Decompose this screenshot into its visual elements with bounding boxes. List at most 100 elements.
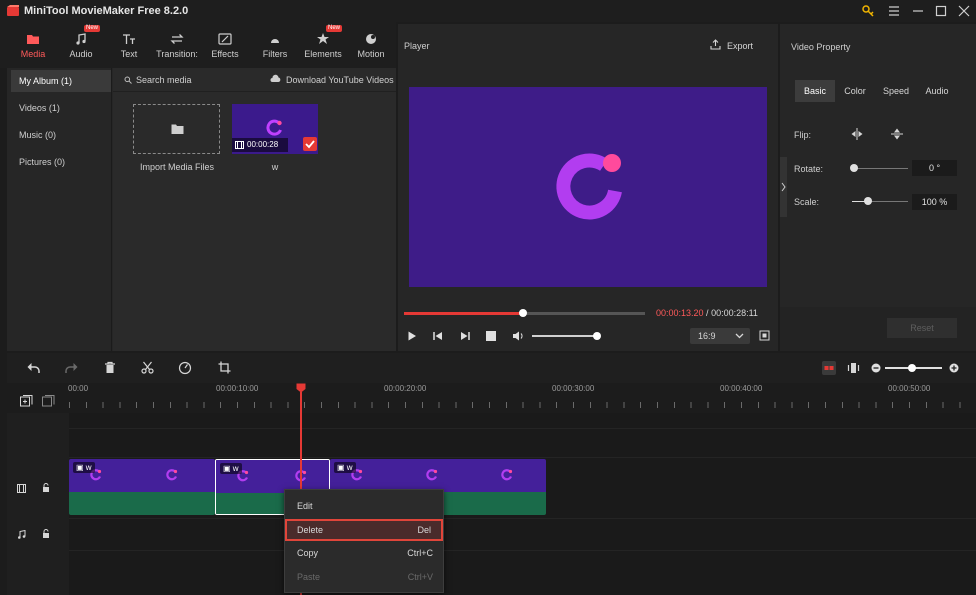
rotate-label: Rotate: xyxy=(794,164,824,174)
track-divider xyxy=(69,457,976,458)
timeline-clip[interactable]: ▣ w xyxy=(69,459,215,515)
fit-timeline-icon[interactable] xyxy=(847,361,860,375)
rotate-slider[interactable] xyxy=(850,164,908,172)
ruler-tick-0: 00:00 xyxy=(68,384,89,393)
property-footer: Reset xyxy=(780,307,976,351)
download-youtube-button[interactable]: Download YouTube Videos xyxy=(286,75,394,85)
menu-item-edit[interactable]: Edit xyxy=(285,495,443,517)
menu-item-delete[interactable]: Delete Del xyxy=(285,519,443,541)
menu-item-copy[interactable]: Copy Ctrl+C xyxy=(285,542,443,564)
tab-color[interactable]: Color xyxy=(835,80,875,102)
lock-icon[interactable] xyxy=(42,529,50,539)
transition-icon xyxy=(169,31,185,47)
video-preview[interactable] xyxy=(409,87,767,287)
app-title: MiniTool MovieMaker Free 8.2.0 xyxy=(24,5,189,17)
tab-audio[interactable]: New Audio xyxy=(58,22,104,68)
redo-icon[interactable] xyxy=(65,362,78,374)
menu-item-copy-label: Copy xyxy=(297,548,319,558)
split-scissors-icon[interactable] xyxy=(141,361,154,374)
tab-elements[interactable]: New Elements xyxy=(300,22,346,68)
tab-text[interactable]: Text xyxy=(106,22,152,68)
clip-label: ▣ w xyxy=(73,462,95,473)
ruler-tick-2: 00:00:20:00 xyxy=(384,384,427,393)
copy-track-icon[interactable] xyxy=(42,395,55,407)
album-list: My Album (1) Videos (1) Music (0) Pictur… xyxy=(7,68,112,351)
aspect-ratio-select[interactable]: 16:9 xyxy=(690,328,750,344)
progress-handle[interactable] xyxy=(519,309,527,317)
tab-filters[interactable]: Filters xyxy=(252,22,298,68)
motion-icon xyxy=(363,31,379,47)
flip-vertical-icon[interactable] xyxy=(890,127,904,141)
maximize-icon[interactable] xyxy=(933,3,949,19)
album-item-music[interactable]: Music (0) xyxy=(11,124,111,146)
rotate-handle[interactable] xyxy=(850,164,858,172)
film-icon xyxy=(235,141,244,149)
media-panel: My Album (1) Videos (1) Music (0) Pictur… xyxy=(7,68,396,351)
minimize-icon[interactable] xyxy=(910,3,926,19)
collapse-handle[interactable] xyxy=(780,157,787,217)
clip-name: w xyxy=(85,463,92,472)
export-button[interactable]: Export xyxy=(727,41,753,51)
tab-effects-label: Effects xyxy=(211,49,239,59)
album-item-videos[interactable]: Videos (1) xyxy=(11,97,111,119)
volume-handle[interactable] xyxy=(593,332,601,340)
player-title: Player xyxy=(404,41,430,51)
tab-speed[interactable]: Speed xyxy=(875,80,917,102)
zoom-handle[interactable] xyxy=(908,364,916,372)
stop-icon[interactable] xyxy=(486,331,496,341)
snap-icon[interactable] xyxy=(822,361,836,375)
tab-filters-label: Filters xyxy=(262,49,288,59)
tab-audio-property[interactable]: Audio xyxy=(917,80,957,102)
previous-frame-icon[interactable] xyxy=(433,331,443,341)
add-track-icon[interactable] xyxy=(20,395,33,407)
flip-horizontal-icon[interactable] xyxy=(850,127,864,141)
checkmark-icon[interactable] xyxy=(303,137,317,151)
lock-icon[interactable] xyxy=(42,483,50,493)
volume-slider[interactable] xyxy=(532,332,601,340)
rotate-value[interactable]: 0 ° xyxy=(912,160,957,176)
progress-track[interactable] xyxy=(404,309,645,317)
undo-icon[interactable] xyxy=(27,362,40,374)
delete-icon[interactable] xyxy=(104,361,116,374)
fullscreen-icon[interactable] xyxy=(759,330,770,341)
zoom-in-icon[interactable] xyxy=(949,363,959,373)
cloud-download-icon xyxy=(270,74,281,84)
zoom-out-icon[interactable] xyxy=(871,363,881,373)
media-thumbnail[interactable]: 00:00:28 xyxy=(232,104,318,154)
close-icon[interactable] xyxy=(956,3,972,19)
ruler-tick-4: 00:00:40:00 xyxy=(720,384,763,393)
scale-slider[interactable] xyxy=(852,197,908,205)
scale-handle[interactable] xyxy=(864,197,872,205)
album-item-pictures[interactable]: Pictures (0) xyxy=(11,151,111,173)
tab-motion[interactable]: Motion xyxy=(348,22,394,68)
play-icon[interactable] xyxy=(407,331,417,341)
reset-button[interactable]: Reset xyxy=(887,318,957,338)
volume-icon[interactable] xyxy=(512,330,524,342)
tab-transition[interactable]: Transition: xyxy=(154,22,200,68)
scale-value[interactable]: 100 % xyxy=(912,194,957,210)
menu-icon[interactable] xyxy=(886,3,902,19)
clip-name: w xyxy=(232,464,239,473)
media-library: Search media Download YouTube Videos Imp… xyxy=(113,68,396,351)
crop-icon[interactable] xyxy=(218,361,231,374)
search-input[interactable]: Search media xyxy=(136,75,192,85)
tab-elements-label: Elements xyxy=(304,49,342,59)
import-media-button[interactable] xyxy=(133,104,220,154)
timeline-toolbar xyxy=(7,353,976,383)
elements-icon xyxy=(315,31,331,47)
next-frame-icon[interactable] xyxy=(460,331,470,341)
zoom-slider[interactable] xyxy=(885,364,942,372)
menu-item-paste[interactable]: Paste Ctrl+V xyxy=(285,566,443,588)
speed-icon[interactable] xyxy=(178,361,192,375)
current-time: 00:00:13.20 xyxy=(656,308,704,318)
tab-effects[interactable]: Effects xyxy=(202,22,248,68)
ruler-tick-1: 00:00:10:00 xyxy=(216,384,259,393)
key-icon[interactable] xyxy=(860,3,876,19)
timeline-tracks: ▣ w ▣ w ▣ w xyxy=(7,413,976,595)
album-item-my-album[interactable]: My Album (1) xyxy=(11,70,111,92)
total-time: 00:00:28:11 xyxy=(711,308,758,318)
tab-media[interactable]: Media xyxy=(10,22,56,68)
tab-basic[interactable]: Basic xyxy=(795,80,835,102)
tab-text-label: Text xyxy=(120,49,138,59)
timeline-ruler[interactable]: 00:00 00:00:10:00 00:00:20:00 00:00:30:0… xyxy=(7,383,976,413)
